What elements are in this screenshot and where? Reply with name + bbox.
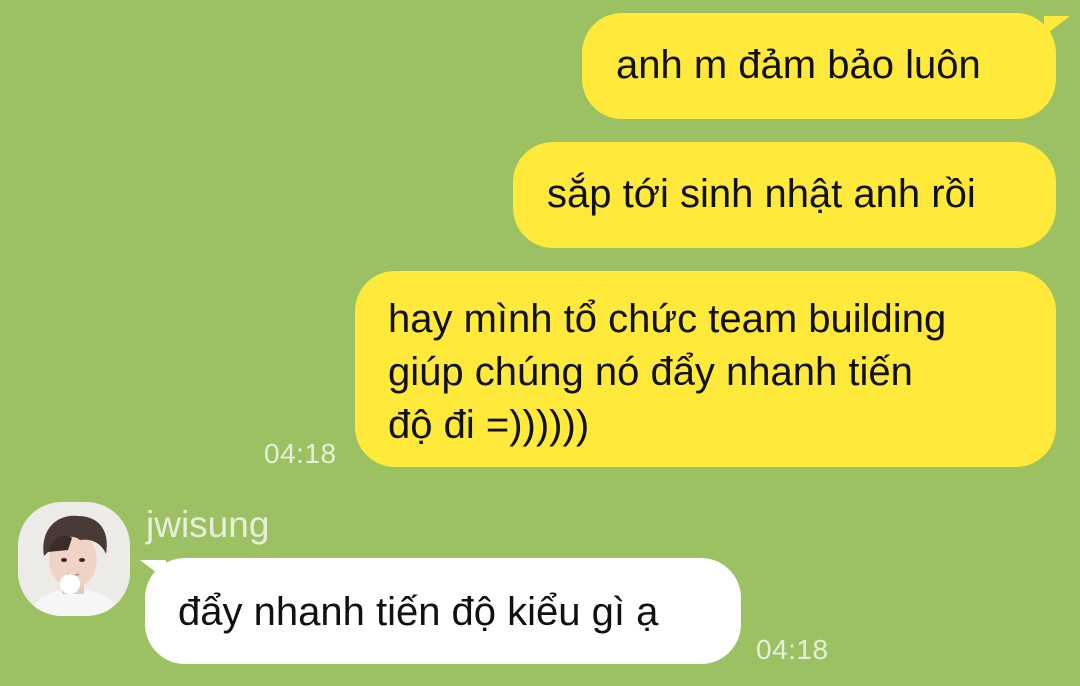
- message-text: đẩy nhanh tiến độ kiểu gì ạ: [178, 590, 659, 634]
- chat-window: anh m đảm bảo luôn sắp tới sinh nhật anh…: [0, 0, 1080, 686]
- sender-name: jwisung: [146, 504, 270, 545]
- outgoing-message-bubble[interactable]: hay mình tổ chức team building giúp chún…: [355, 271, 1056, 467]
- message-text: sắp tới sinh nhật anh rồi: [547, 172, 976, 216]
- message-text-line: giúp chúng nó đẩy nhanh tiến: [388, 350, 913, 394]
- avatar[interactable]: [18, 502, 130, 616]
- outgoing-message-bubble[interactable]: anh m đảm bảo luôn: [582, 13, 1056, 119]
- bubble-tail: [1044, 16, 1070, 36]
- profile-photo-icon: [18, 502, 130, 616]
- message-text-line: độ đi =)))))): [388, 403, 590, 447]
- message-timestamp: 04:18: [756, 634, 829, 665]
- message-text-line: hay mình tổ chức team building: [388, 297, 947, 341]
- outgoing-message-bubble[interactable]: sắp tới sinh nhật anh rồi: [513, 142, 1056, 248]
- message-text: anh m đảm bảo luôn: [616, 43, 981, 87]
- message-timestamp: 04:18: [264, 438, 337, 469]
- incoming-message-bubble[interactable]: đẩy nhanh tiến độ kiểu gì ạ: [145, 558, 741, 664]
